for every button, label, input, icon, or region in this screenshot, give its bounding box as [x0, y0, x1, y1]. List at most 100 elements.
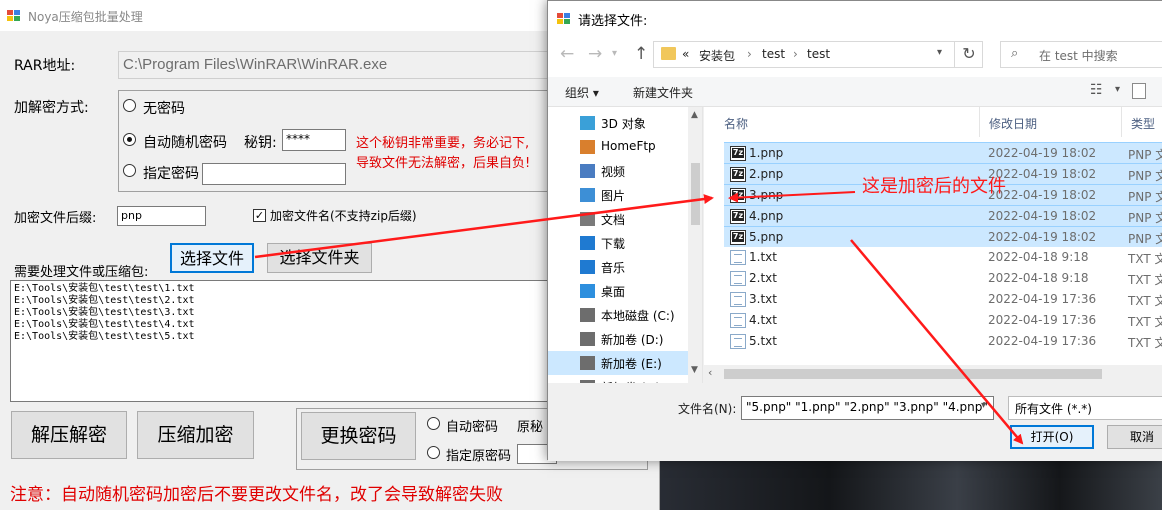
- search-box[interactable]: ⌕ 在 test 中搜索: [1000, 41, 1162, 68]
- decrypt-button[interactable]: 解压解密: [11, 411, 127, 459]
- nav-item[interactable]: 新加卷 (E:): [548, 351, 688, 375]
- nav-item-label: 视频: [601, 165, 626, 179]
- file-row[interactable]: 3.txt 2022-04-19 17:36 TXT 文: [724, 289, 1162, 310]
- nav-item[interactable]: 3D 对象: [548, 111, 688, 135]
- note-text: 注意：自动随机密码加密后不要更改文件名，改了会导致解密失败: [10, 485, 503, 505]
- horizontal-scroll-thumb[interactable]: [724, 369, 1102, 379]
- radio-no-password[interactable]: [123, 99, 136, 112]
- column-header-name[interactable]: 名称: [724, 115, 748, 132]
- file-row[interactable]: 1.txt 2022-04-18 9:18 TXT 文: [724, 247, 1162, 268]
- file-name: 3.pnp: [749, 188, 784, 202]
- address-dropdown-icon[interactable]: ▾: [937, 47, 942, 58]
- forward-arrow-icon[interactable]: →: [588, 44, 602, 64]
- file-row[interactable]: 4.pnp 2022-04-19 18:02 PNP 文: [724, 205, 1162, 226]
- scroll-left-icon[interactable]: ‹: [708, 366, 712, 379]
- encrypt-filename-checkbox[interactable]: ✓: [253, 209, 266, 222]
- filename-input[interactable]: "5.pnp" "1.pnp" "2.pnp" "3.pnp" "4.pnp": [741, 396, 994, 420]
- change-password-button[interactable]: 更换密码: [301, 412, 416, 460]
- nav-scrollbar[interactable]: ▲ ▼: [688, 107, 702, 383]
- view-options-icon[interactable]: ☷: [1090, 82, 1103, 98]
- file-row[interactable]: 2.txt 2022-04-18 9:18 TXT 文: [724, 268, 1162, 289]
- radio-specify-orig[interactable]: [427, 446, 440, 459]
- file-date: 2022-04-19 17:36: [988, 313, 1097, 327]
- radio-manual-password[interactable]: [123, 164, 136, 177]
- file-list-pane: 名称 修改日期 类型 1.pnp 2022-04-19 18:02 PNP 文 2.p…: [704, 107, 1162, 383]
- file-path-line: E:\Tools\安装包\test\test\5.txt: [14, 331, 195, 342]
- breadcrumb[interactable]: « 安装包 › test › test ▾: [653, 41, 983, 68]
- manual-password-field[interactable]: [202, 163, 346, 185]
- file-row[interactable]: 5.txt 2022-04-19 17:36 TXT 文: [724, 331, 1162, 352]
- file-name: 1.txt: [749, 250, 777, 264]
- dialog-app-icon: [557, 13, 571, 25]
- file-type: TXT 文: [1128, 336, 1162, 350]
- column-divider: [1121, 107, 1122, 137]
- archive-7z-icon: [730, 188, 746, 203]
- nav-item[interactable]: 音乐: [548, 255, 688, 279]
- desktop-background: [650, 455, 1162, 510]
- file-row[interactable]: 4.txt 2022-04-19 17:36 TXT 文: [724, 310, 1162, 331]
- file-name: 3.txt: [749, 292, 777, 306]
- nav-item-label: 音乐: [601, 261, 626, 275]
- app-icon: [7, 10, 21, 22]
- file-type: TXT 文: [1128, 315, 1162, 329]
- nav-item[interactable]: 新加卷 (F:): [548, 375, 688, 383]
- nav-item[interactable]: 本地磁盘 (C:): [548, 303, 688, 327]
- scroll-down-icon[interactable]: ▼: [691, 365, 698, 375]
- back-arrow-icon[interactable]: ←: [560, 44, 574, 64]
- nav-item[interactable]: HomeFtp: [548, 135, 688, 159]
- rar-path-field[interactable]: C:\Program Files\WinRAR\WinRAR.exe: [118, 51, 548, 79]
- breadcrumb-overflow[interactable]: «: [682, 47, 689, 61]
- radio-auto-pwd-label: 自动密码: [446, 420, 499, 435]
- up-arrow-icon[interactable]: ↑: [634, 44, 648, 64]
- 3d-objects-icon: [580, 116, 595, 130]
- column-header-type[interactable]: 类型: [1131, 115, 1155, 132]
- cancel-button[interactable]: 取消: [1107, 425, 1162, 449]
- radio-auto-pwd[interactable]: [427, 417, 440, 430]
- drive-e-icon: [580, 356, 595, 370]
- preview-pane-icon[interactable]: [1132, 83, 1146, 99]
- text-file-icon: [730, 292, 746, 307]
- open-button[interactable]: 打开(O): [1010, 425, 1094, 449]
- breadcrumb-item-test-current[interactable]: test: [807, 47, 830, 61]
- file-list-textarea[interactable]: E:\Tools\安装包\test\test\1.txt E:\Tools\安装包…: [10, 280, 548, 402]
- file-name: 4.txt: [749, 313, 777, 327]
- radio-no-password-label: 无密码: [143, 101, 185, 117]
- organize-menu[interactable]: 组织 ▾: [565, 84, 599, 101]
- nav-item[interactable]: 新加卷 (D:): [548, 327, 688, 351]
- file-row[interactable]: 1.pnp 2022-04-19 18:02 PNP 文: [724, 142, 1162, 163]
- encrypt-button[interactable]: 压缩加密: [137, 411, 254, 459]
- nav-item[interactable]: 桌面: [548, 279, 688, 303]
- nav-item-label: 新加卷 (D:): [601, 333, 664, 347]
- scroll-up-icon[interactable]: ▲: [691, 110, 698, 120]
- secret-field[interactable]: ****: [282, 129, 346, 151]
- nav-item[interactable]: 文档: [548, 207, 688, 231]
- filename-dropdown-icon[interactable]: ▾: [981, 400, 986, 411]
- nav-item[interactable]: 图片: [548, 183, 688, 207]
- nav-item-label: 下载: [601, 237, 626, 251]
- nav-item[interactable]: 视频: [548, 159, 688, 183]
- radio-auto-password[interactable]: [123, 133, 136, 146]
- horizontal-scrollbar[interactable]: ‹: [704, 365, 1162, 383]
- radio-manual-password-label: 指定密码: [143, 166, 199, 182]
- new-folder-button[interactable]: 新建文件夹: [633, 84, 693, 101]
- file-name: 5.txt: [749, 334, 777, 348]
- nav-item[interactable]: 下载: [548, 231, 688, 255]
- file-type: PNP 文: [1128, 169, 1162, 183]
- drive-d-icon: [580, 332, 595, 346]
- nav-item-label: HomeFtp: [601, 139, 656, 153]
- file-row[interactable]: 5.pnp 2022-04-19 18:02 PNP 文: [724, 226, 1162, 247]
- breadcrumb-item-installers[interactable]: 安装包: [699, 47, 735, 64]
- history-dropdown-icon[interactable]: ▾: [612, 48, 617, 59]
- file-type: PNP 文: [1128, 148, 1162, 162]
- breadcrumb-item-test[interactable]: test: [762, 47, 785, 61]
- nav-item-label: 3D 对象: [601, 117, 646, 131]
- select-folder-button[interactable]: 选择文件夹: [267, 243, 372, 273]
- select-file-button[interactable]: 选择文件: [170, 243, 254, 273]
- view-dropdown-icon[interactable]: ▾: [1115, 84, 1120, 95]
- suffix-field[interactable]: pnp: [117, 206, 206, 226]
- column-header-date[interactable]: 修改日期: [989, 115, 1037, 132]
- nav-scroll-thumb[interactable]: [691, 163, 700, 225]
- filetype-select[interactable]: 所有文件 (*.*): [1008, 396, 1162, 420]
- files-label: 需要处理文件或压缩包:: [14, 265, 149, 280]
- refresh-icon[interactable]: ↻: [954, 41, 983, 68]
